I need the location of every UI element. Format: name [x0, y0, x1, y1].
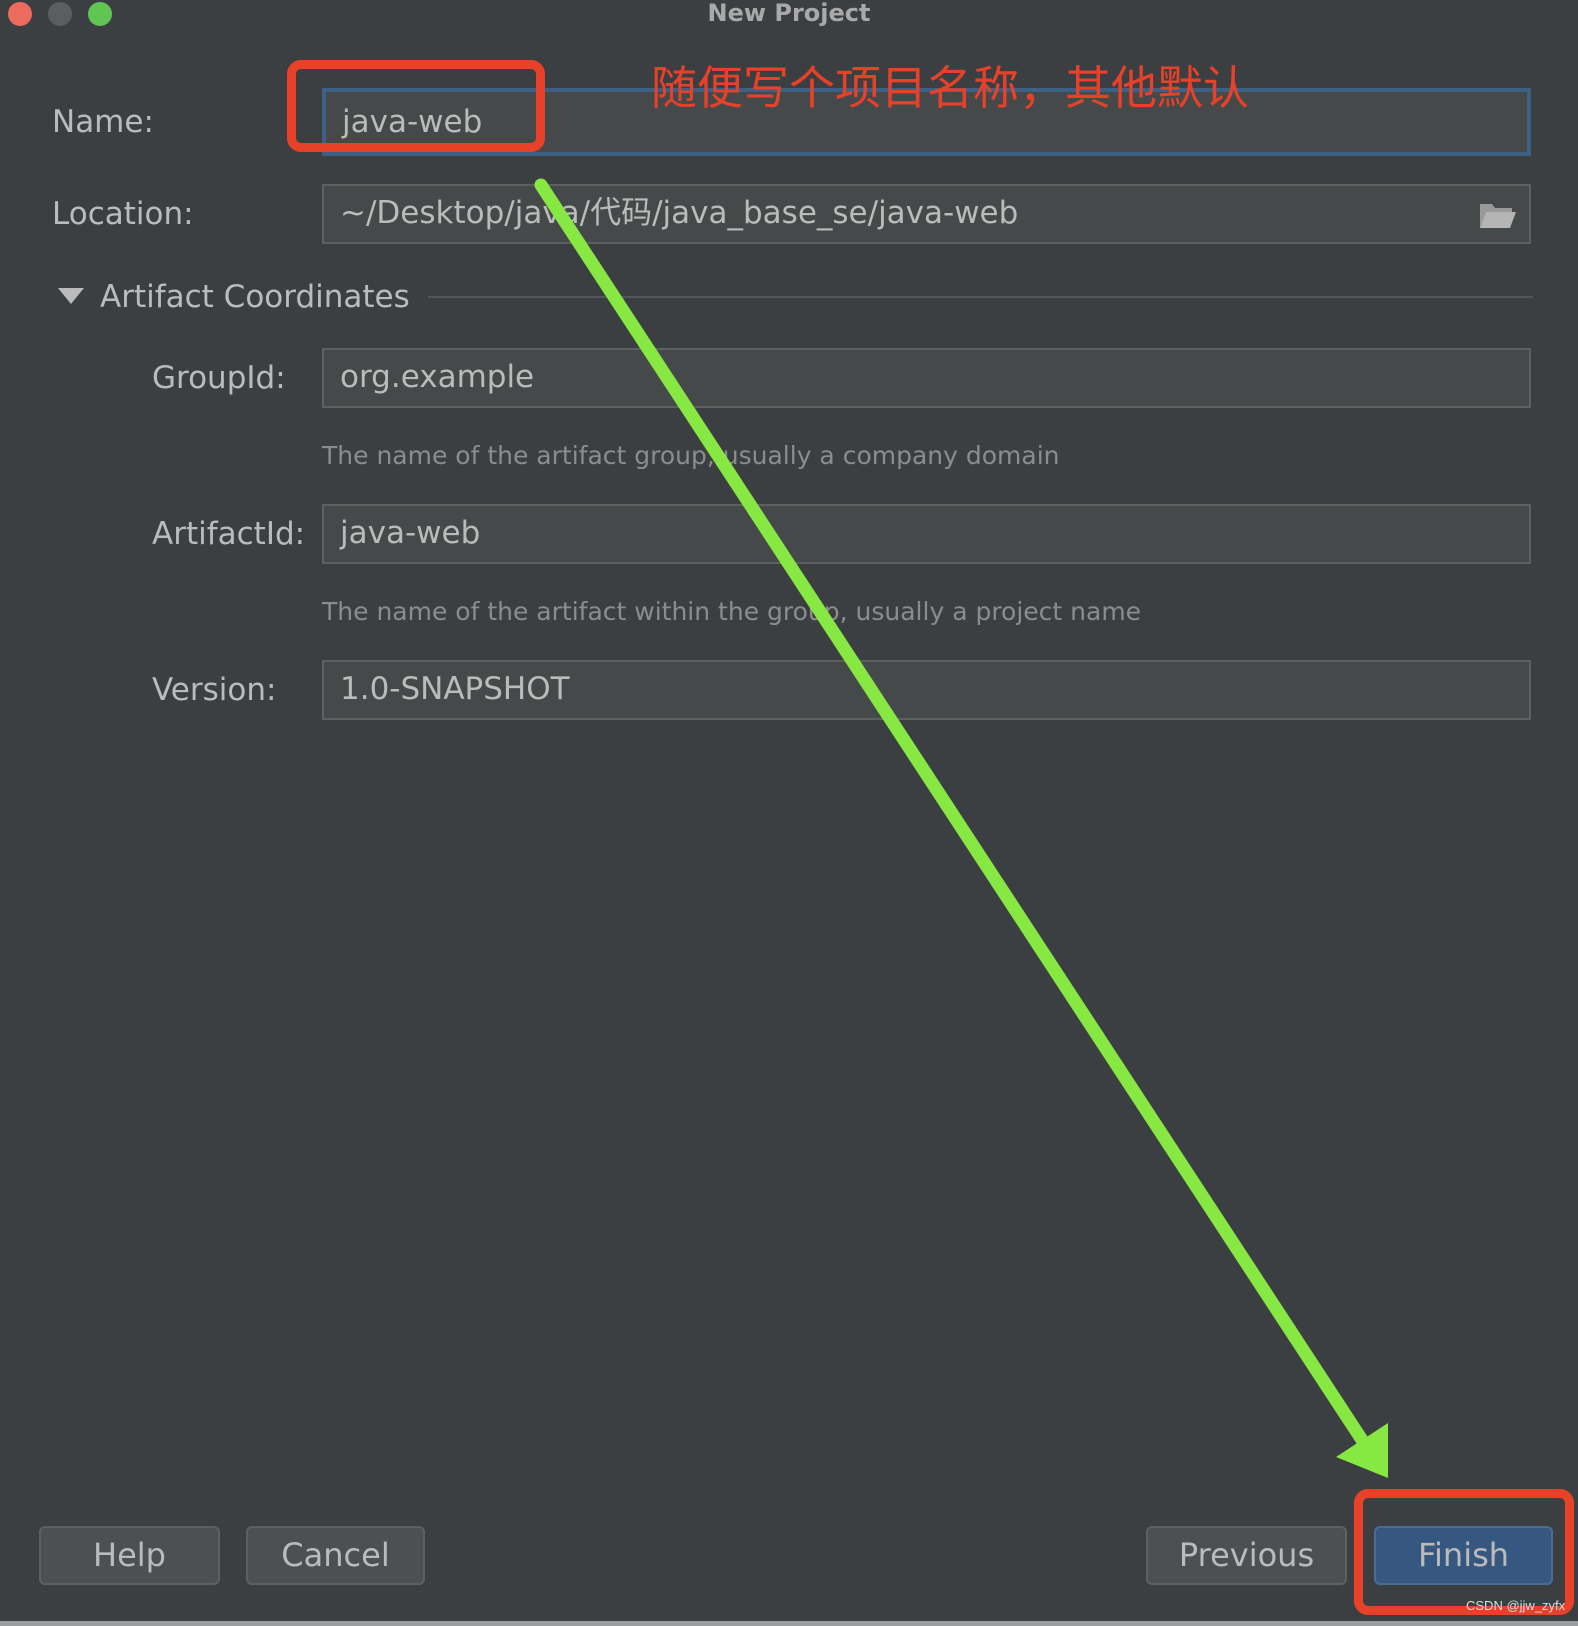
bottom-edge [0, 1621, 1578, 1626]
watermark: CSDN @jjw_zyfx [1466, 1598, 1566, 1613]
annotation-arrow [534, 178, 1388, 1478]
